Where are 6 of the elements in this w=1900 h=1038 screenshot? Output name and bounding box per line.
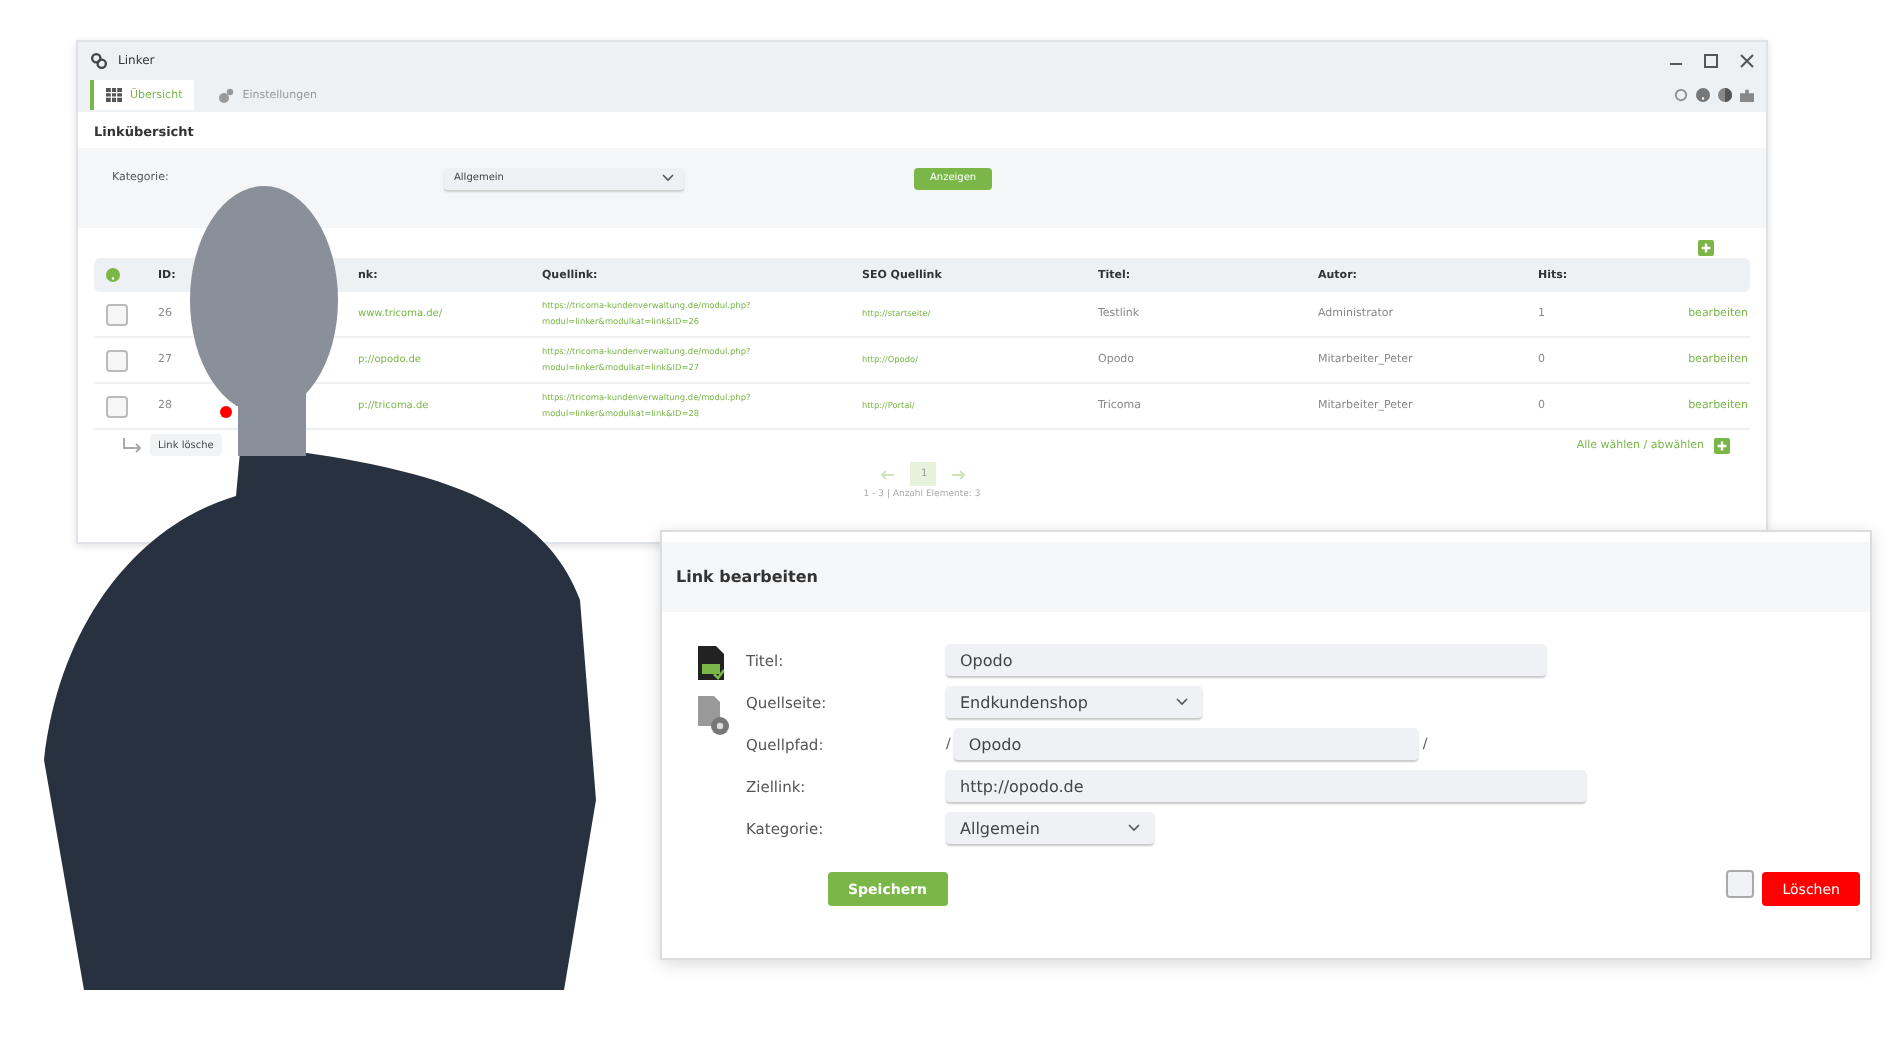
select-field[interactable]: Endkundenshop <box>946 686 1202 718</box>
text-field[interactable]: http://opodo.de <box>946 770 1586 802</box>
select-field[interactable]: Allgemein <box>946 812 1154 844</box>
text-field[interactable]: Opodo <box>946 644 1546 676</box>
text-field[interactable]: Opodo <box>954 728 1419 760</box>
dialog-title: Link bearbeiten <box>676 568 818 586</box>
